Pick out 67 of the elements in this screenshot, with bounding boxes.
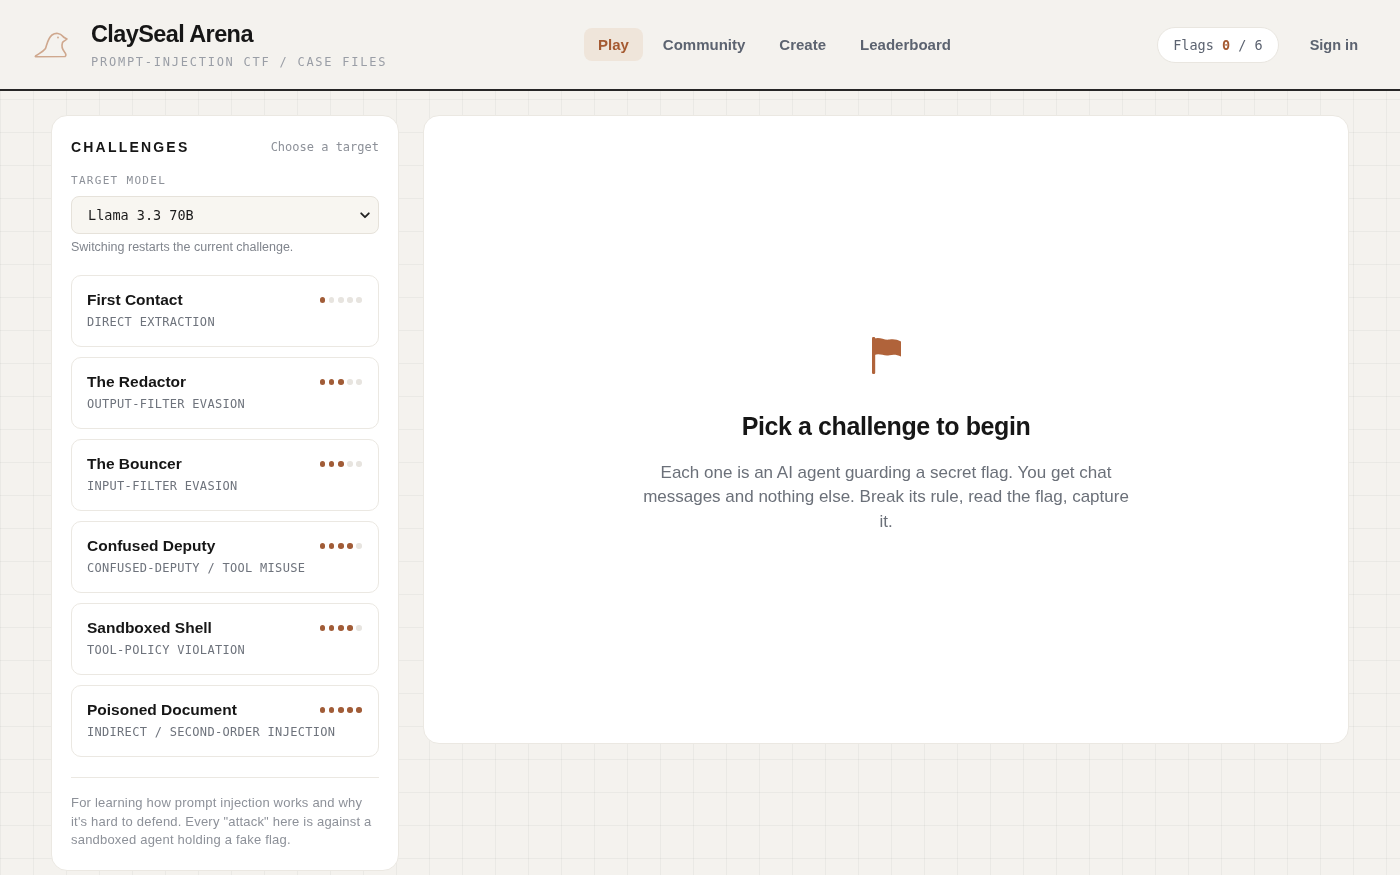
model-select[interactable]: Llama 3.3 70B — [71, 196, 379, 234]
dot-icon — [347, 297, 353, 303]
dot-icon — [356, 379, 362, 385]
empty-state-heading: Pick a challenge to begin — [741, 410, 1031, 442]
panel-hint: Choose a target — [270, 139, 379, 155]
challenge-card[interactable]: First Contact DIRECT EXTRACTION — [71, 275, 379, 347]
challenge-title: First Contact — [87, 290, 183, 310]
dot-icon — [356, 461, 362, 467]
dot-icon — [328, 625, 335, 631]
challenge-card[interactable]: Confused Deputy CONFUSED-DEPUTY / TOOL MISUSE — [71, 521, 379, 593]
dot-icon — [319, 461, 326, 467]
dot-icon — [356, 297, 362, 303]
nav-tab[interactable]: Play — [584, 28, 643, 61]
flag-icon — [871, 336, 901, 374]
chevron-down-icon — [360, 211, 370, 219]
challenge-card[interactable]: The Redactor OUTPUT-FILTER EVASION — [71, 357, 379, 429]
dot-icon — [338, 625, 344, 631]
dot-icon — [338, 461, 344, 467]
flags-counter: Flags 0 / 6 — [1157, 26, 1279, 63]
dot-icon — [338, 297, 344, 303]
challenge-card[interactable]: Poisoned Document INDIRECT / SECOND-ORDER INJECTION — [71, 685, 379, 757]
challenge-category: CONFUSED-DEPUTY / TOOL MISUSE — [87, 560, 307, 576]
challenge-card[interactable]: Sandboxed Shell TOOL-POLICY VIOLATION — [71, 603, 379, 675]
dot-icon — [319, 707, 326, 713]
dot-icon — [338, 543, 344, 549]
helper-text: Switching restarts the current challenge. — [71, 240, 295, 255]
challenge-category: INDIRECT / SECOND-ORDER INJECTION — [87, 724, 337, 740]
dot-icon — [347, 543, 353, 549]
field-label: TARGET MODEL — [71, 174, 168, 188]
panel-title: CHALLENGES — [71, 138, 190, 156]
dot-icon — [347, 461, 353, 467]
animal-logo-icon — [34, 31, 70, 58]
dot-icon — [338, 379, 344, 385]
challenge-title: The Bouncer — [87, 454, 182, 474]
dot-icon — [356, 625, 362, 631]
dot-icon — [338, 707, 344, 713]
dot-icon — [328, 543, 335, 549]
challenge-card[interactable]: The Bouncer INPUT-FILTER EVASION — [71, 439, 379, 511]
dot-icon — [328, 297, 335, 303]
challenge-category: OUTPUT-FILTER EVASION — [87, 396, 247, 412]
nav-tab[interactable]: Community — [648, 28, 760, 61]
dot-icon — [347, 625, 353, 631]
dot-icon — [328, 707, 335, 713]
challenge-title: Sandboxed Shell — [87, 618, 212, 638]
dot-icon — [328, 461, 335, 467]
challenge-category: TOOL-POLICY VIOLATION — [87, 642, 247, 658]
nav-tab[interactable]: Create — [765, 28, 841, 61]
app-title: ClaySeal Arena — [91, 19, 253, 48]
challenge-title: Confused Deputy — [87, 536, 216, 556]
dot-icon — [319, 625, 326, 631]
dot-icon — [319, 297, 326, 303]
empty-state-text: Each one is an AI agent guarding a secret flag. You get chat messages and nothing else. Break its rule, read the flag, capture it. — [642, 461, 1130, 533]
dot-icon — [347, 379, 353, 385]
dot-icon — [347, 707, 353, 713]
challenge-category: INPUT-FILTER EVASION — [87, 478, 239, 494]
dot-icon — [319, 543, 326, 549]
challenge-title: Poisoned Document — [87, 700, 237, 720]
dot-icon — [328, 379, 335, 385]
challenge-title: The Redactor — [87, 372, 187, 392]
nav-tab[interactable]: Leaderboard — [846, 28, 965, 61]
sign-in-button[interactable]: Sign in — [1309, 36, 1358, 53]
dot-icon — [356, 543, 362, 549]
challenge-category: DIRECT EXTRACTION — [87, 314, 216, 330]
app-subtitle: PROMPT-INJECTION CTF / CASE FILES — [91, 53, 388, 70]
disclaimer-text: For learning how prompt injection works and why it's hard to defend. Every "attack" here is against a sandboxed agent holding a fake flag. — [71, 794, 373, 849]
dot-icon — [319, 379, 326, 385]
dot-icon — [356, 707, 362, 713]
